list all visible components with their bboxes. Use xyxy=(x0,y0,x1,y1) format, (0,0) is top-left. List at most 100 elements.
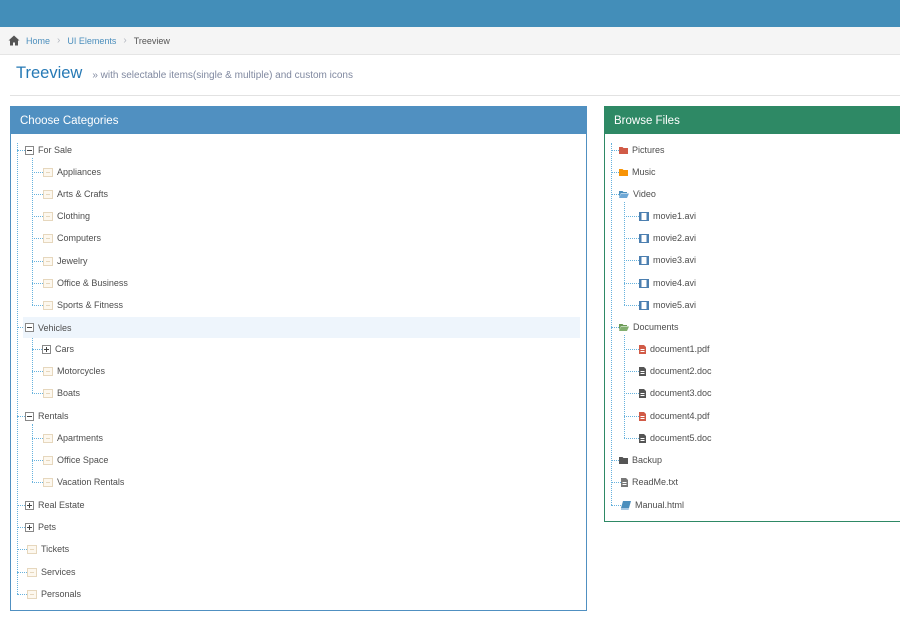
tree-connector xyxy=(32,283,43,284)
collapse-icon[interactable] xyxy=(25,411,34,421)
tree-folder-cars[interactable]: Cars xyxy=(42,341,74,357)
tree-file-movie5[interactable]: movie5.avi xyxy=(639,297,696,313)
tree-file-movie3[interactable]: movie3.avi xyxy=(639,252,696,268)
item-icon xyxy=(43,455,53,465)
tree-file-label: document5.doc xyxy=(650,433,712,443)
tree-folder-for-sale[interactable]: For Sale xyxy=(25,142,72,158)
tree-item-apartments[interactable]: Apartments xyxy=(43,430,103,446)
tree-connector xyxy=(624,349,639,350)
tree-folder-backup[interactable]: Backup xyxy=(619,452,662,468)
item-icon xyxy=(43,433,53,443)
item-icon xyxy=(43,211,53,221)
tree-folder-pictures[interactable]: Pictures xyxy=(619,142,665,158)
tree-connector xyxy=(624,260,639,261)
tree-item-tickets[interactable]: Tickets xyxy=(27,541,69,557)
tree-connector xyxy=(32,371,43,372)
tree-item-services[interactable]: Services xyxy=(27,564,76,580)
text-file-icon xyxy=(621,477,628,487)
tree-item-vacation-rentals[interactable]: Vacation Rentals xyxy=(43,474,124,490)
tree-file-document3[interactable]: document3.doc xyxy=(639,385,712,401)
tree-folder-real-estate[interactable]: Real Estate xyxy=(25,497,85,513)
folder-icon xyxy=(619,457,628,464)
pdf-icon xyxy=(639,344,646,354)
tree-connector xyxy=(611,194,619,195)
tree-item-label: Arts & Crafts xyxy=(57,189,109,199)
expand-icon[interactable] xyxy=(25,522,34,532)
tree-item-boats[interactable]: Boats xyxy=(43,385,80,401)
tree-item-office-space[interactable]: Office Space xyxy=(43,452,108,468)
tree-connector xyxy=(624,238,639,239)
tree-item-appliances[interactable]: Appliances xyxy=(43,164,101,180)
item-icon xyxy=(27,567,37,577)
item-icon xyxy=(43,256,53,266)
tree-connector xyxy=(611,143,612,505)
tree-folder-music[interactable]: Music xyxy=(619,164,656,180)
tree-item-label: Office & Business xyxy=(57,278,128,288)
tree-connector xyxy=(624,202,625,305)
tree-item-label: Computers xyxy=(57,233,102,243)
tree-connector xyxy=(611,172,619,173)
tree-file-label: document3.doc xyxy=(650,388,712,398)
tree-file-movie2[interactable]: movie2.avi xyxy=(639,230,696,246)
tree-item-label: Services xyxy=(41,567,76,577)
tree-connector xyxy=(32,424,33,482)
tree-file-label: ReadMe.txt xyxy=(632,477,679,487)
tree-file-manual[interactable]: Manual.html xyxy=(621,497,684,513)
tree-item-label: Jewelry xyxy=(57,256,88,266)
tree-connector xyxy=(624,416,639,417)
tree-folder-label: Video xyxy=(633,189,656,199)
tree-file-movie4[interactable]: movie4.avi xyxy=(639,275,696,291)
tree-file-label: document4.pdf xyxy=(650,411,710,421)
tree-folder-label: For Sale xyxy=(38,145,73,155)
tree-folder-documents[interactable]: Documents xyxy=(619,319,679,335)
folder-icon xyxy=(619,169,628,176)
tree-file-document5[interactable]: document5.doc xyxy=(639,430,712,446)
expand-icon[interactable] xyxy=(42,344,51,354)
tree-item-office-business[interactable]: Office & Business xyxy=(43,275,128,291)
tree-file-document2[interactable]: document2.doc xyxy=(639,363,712,379)
tree-folder-video[interactable]: Video xyxy=(619,186,656,202)
tree-item-label: Vacation Rentals xyxy=(57,477,125,487)
tree-connector xyxy=(17,594,27,595)
document-icon xyxy=(639,366,646,376)
tree-item-personals[interactable]: Personals xyxy=(27,586,81,602)
tree-folder-vehicles[interactable]: Vehicles xyxy=(23,317,580,338)
tree-file-label: document2.doc xyxy=(650,366,712,376)
tree-item-label: Motorcycles xyxy=(57,366,106,376)
collapse-icon[interactable] xyxy=(25,145,34,155)
tree-item-motorcycles[interactable]: Motorcycles xyxy=(43,363,105,379)
collapse-icon[interactable] xyxy=(25,323,34,332)
tree-item-sports-fitness[interactable]: Sports & Fitness xyxy=(43,297,123,313)
tree-item-computers[interactable]: Computers xyxy=(43,230,101,246)
tree-folder-label: Backup xyxy=(632,455,663,465)
tree-file-movie1[interactable]: movie1.avi xyxy=(639,208,696,224)
tree-file-document4[interactable]: document4.pdf xyxy=(639,408,710,424)
tree-connector xyxy=(17,416,25,417)
tree-folder-rentals[interactable]: Rentals xyxy=(25,408,69,424)
tree-item-label: Clothing xyxy=(57,211,91,221)
item-icon xyxy=(27,544,37,554)
tree-item-label: Appliances xyxy=(57,167,102,177)
document-icon xyxy=(639,433,646,443)
tree-connector xyxy=(624,335,625,438)
item-icon xyxy=(43,233,53,243)
tree-file-document1[interactable]: document1.pdf xyxy=(639,341,710,357)
tree-folder-label: Vehicles xyxy=(38,322,72,333)
tree-connector xyxy=(611,482,621,483)
expand-icon[interactable] xyxy=(25,500,34,510)
tree-file-label: movie1.avi xyxy=(653,211,697,221)
tree-item-jewelry[interactable]: Jewelry xyxy=(43,253,88,269)
item-icon xyxy=(43,189,53,199)
tree-folder-pets[interactable]: Pets xyxy=(25,519,56,535)
film-icon xyxy=(639,233,649,243)
tree-file-readme[interactable]: ReadMe.txt xyxy=(621,474,678,490)
tree-folder-label: Pictures xyxy=(632,145,665,155)
tree-connector xyxy=(17,549,27,550)
tree-file-label: movie4.avi xyxy=(653,278,697,288)
tree-item-clothing[interactable]: Clothing xyxy=(43,208,90,224)
tree-item-label: Boats xyxy=(57,388,81,398)
tree-connector xyxy=(32,261,43,262)
tree-item-arts-crafts[interactable]: Arts & Crafts xyxy=(43,186,108,202)
tree-connector xyxy=(32,216,43,217)
tree-connector xyxy=(611,505,621,506)
